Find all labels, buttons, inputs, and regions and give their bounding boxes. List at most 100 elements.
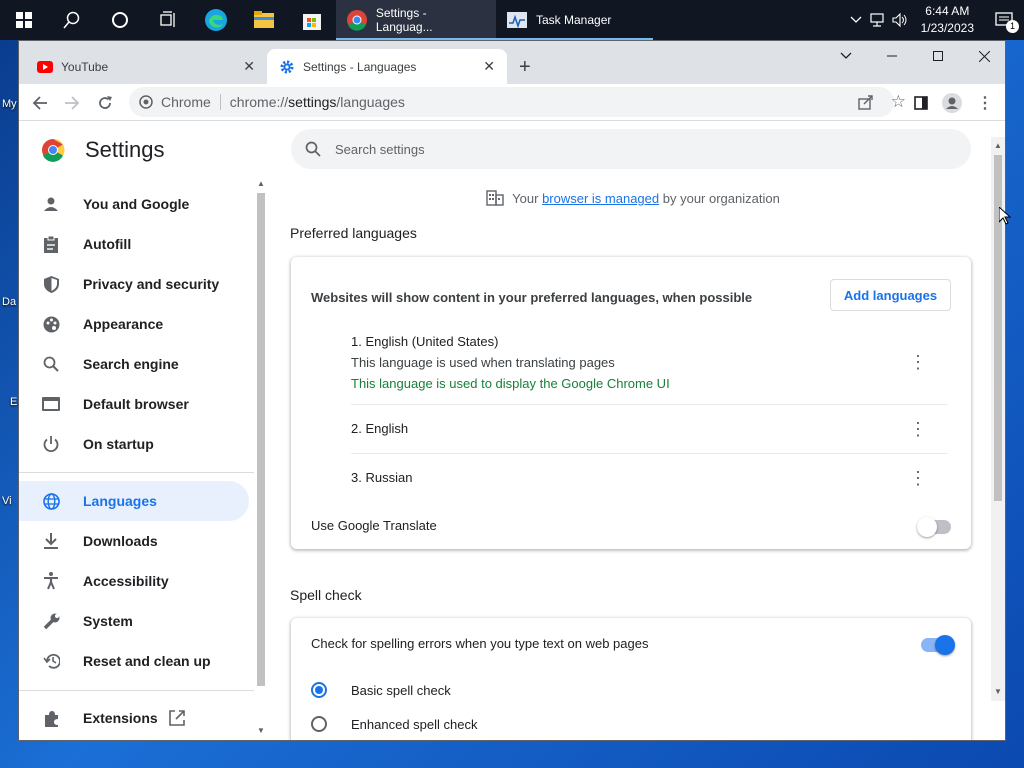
desktop-icon-label[interactable]: Vi	[2, 495, 12, 507]
clock-date: 1/23/2023	[920, 21, 974, 35]
chevron-up-icon[interactable]	[845, 0, 867, 40]
close-icon[interactable]: ✕	[243, 58, 255, 75]
spell-check-toggle[interactable]	[921, 635, 955, 655]
sidebar-item-reset-and-clean-up[interactable]: Reset and clean up	[19, 641, 249, 681]
gear-icon	[280, 60, 294, 73]
start-button[interactable]	[0, 0, 48, 40]
browser-managed-link[interactable]: browser is managed	[542, 191, 659, 206]
reload-button[interactable]	[95, 93, 115, 113]
folder-icon	[254, 11, 274, 28]
tab-search-button[interactable]	[823, 41, 869, 71]
maximize-icon	[933, 51, 943, 61]
clock[interactable]: 6:44 AM 1/23/2023	[911, 3, 984, 37]
mouse-cursor-icon	[999, 207, 1011, 225]
sidebar-item-label: Reset and clean up	[83, 653, 211, 669]
bookmark-star-icon[interactable]: ☆	[891, 92, 906, 112]
language-menu-button[interactable]: ⋮	[908, 352, 928, 372]
sidebar-divider	[19, 690, 254, 691]
close-window-button[interactable]	[961, 41, 1005, 71]
settings-sidebar: You and Google Autofill Privacy and secu…	[19, 176, 267, 740]
enhanced-spell-check-radio[interactable]	[311, 716, 327, 732]
sidebar-item-accessibility[interactable]: Accessibility	[19, 561, 249, 601]
language-menu-button[interactable]: ⋮	[908, 468, 928, 488]
taskbar-chrome-app[interactable]: Settings - Languag...	[336, 0, 496, 40]
sidebar-item-autofill[interactable]: Autofill	[19, 224, 249, 264]
store-button[interactable]	[288, 0, 336, 40]
forward-button[interactable]	[62, 93, 82, 113]
notification-center-button[interactable]: 1	[984, 0, 1024, 40]
search-button[interactable]	[48, 0, 96, 40]
basic-spell-check-radio[interactable]	[311, 682, 327, 698]
edge-taskbar-button[interactable]	[192, 0, 240, 40]
task-manager-icon	[507, 12, 527, 29]
managed-prefix: Your	[512, 191, 539, 206]
sidebar-scrollbar-thumb[interactable]	[257, 193, 265, 686]
desktop-icon-label[interactable]: My	[2, 98, 17, 110]
taskbar-task-manager-app[interactable]: Task Manager	[496, 0, 653, 40]
close-icon	[978, 50, 990, 62]
preferred-languages-description: Websites will show content in your prefe…	[311, 290, 753, 305]
settings-main: Your browser is managed by your organiza…	[273, 176, 993, 740]
settings-title: Settings	[85, 137, 165, 162]
cortana-icon	[112, 12, 128, 28]
sidebar-item-on-startup[interactable]: On startup	[19, 424, 249, 464]
sidebar-item-appearance[interactable]: Appearance	[19, 304, 249, 344]
taskbar: Settings - Languag... Task Manager 6:44 …	[0, 0, 1024, 40]
tab-strip: YouTube ✕ Settings - Languages ✕ +	[19, 41, 1005, 84]
language-menu-button[interactable]: ⋮	[908, 419, 928, 439]
sidebar-item-search-engine[interactable]: Search engine	[19, 344, 249, 384]
address-bar[interactable]: Chrome chrome://settings/languages ☆	[129, 87, 906, 117]
back-button[interactable]	[30, 93, 50, 113]
scroll-down-arrow-icon[interactable]: ▼	[994, 687, 1002, 696]
sidebar-item-default-browser[interactable]: Default browser	[19, 384, 249, 424]
reload-icon	[99, 96, 112, 109]
scroll-up-arrow-icon[interactable]: ▲	[257, 179, 265, 188]
language-note: This language is used when translating p…	[351, 355, 615, 370]
chrome-menu-button[interactable]: ⋮	[975, 93, 995, 113]
sidebar-item-languages[interactable]: Languages	[19, 481, 249, 521]
search-settings-input[interactable]: Search settings	[291, 129, 971, 169]
tab-youtube[interactable]: YouTube ✕	[25, 49, 267, 84]
clock-time: 6:44 AM	[925, 4, 970, 18]
power-icon	[41, 434, 61, 454]
new-tab-button[interactable]: +	[519, 56, 531, 79]
desktop-icon-label[interactable]: E	[10, 396, 17, 408]
sidebar-item-privacy-and-security[interactable]: Privacy and security	[19, 264, 249, 304]
add-languages-button[interactable]: Add languages	[830, 279, 951, 311]
share-icon[interactable]	[858, 94, 874, 110]
sidebar-item-label: Extensions	[83, 710, 158, 726]
taskbar-app-label: Task Manager	[536, 13, 612, 27]
side-panel-button[interactable]	[911, 93, 931, 113]
person-icon	[41, 194, 61, 214]
spell-check-label: Check for spelling errors when you type …	[311, 636, 649, 651]
language-ui-note: This language is used to display the Goo…	[351, 376, 670, 391]
network-icon[interactable]	[867, 0, 889, 40]
cortana-button[interactable]	[96, 0, 144, 40]
minimize-button[interactable]	[869, 41, 915, 71]
language-name: 2. English	[351, 421, 409, 436]
profile-button[interactable]	[942, 93, 962, 113]
maximize-button[interactable]	[915, 41, 961, 71]
file-explorer-button[interactable]	[240, 0, 288, 40]
sidebar-item-you-and-google[interactable]: You and Google	[19, 184, 249, 224]
edge-icon	[205, 9, 227, 31]
volume-icon[interactable]	[889, 0, 911, 40]
chrome-logo-icon	[42, 138, 65, 162]
close-icon[interactable]: ✕	[483, 58, 495, 75]
kebab-menu-icon: ⋮	[977, 95, 993, 112]
scroll-up-arrow-icon[interactable]: ▲	[994, 141, 1002, 150]
spell-check-card: Check for spelling errors when you type …	[291, 618, 971, 740]
task-view-button[interactable]	[144, 0, 192, 40]
google-translate-toggle[interactable]	[917, 517, 951, 537]
sidebar-item-downloads[interactable]: Downloads	[19, 521, 249, 561]
sidebar-item-extensions[interactable]: Extensions	[19, 698, 249, 738]
chevron-down-icon	[840, 52, 852, 59]
scroll-down-arrow-icon[interactable]: ▼	[257, 726, 265, 735]
task-view-icon	[160, 11, 175, 27]
tab-settings[interactable]: Settings - Languages ✕	[267, 49, 507, 84]
search-icon	[305, 141, 321, 157]
desktop-icon-label[interactable]: Da	[2, 296, 16, 308]
sidebar-item-system[interactable]: System	[19, 601, 249, 641]
browser-toolbar: Chrome chrome://settings/languages ☆ ⋮	[19, 84, 1005, 121]
sidebar-item-label: Privacy and security	[83, 276, 220, 292]
